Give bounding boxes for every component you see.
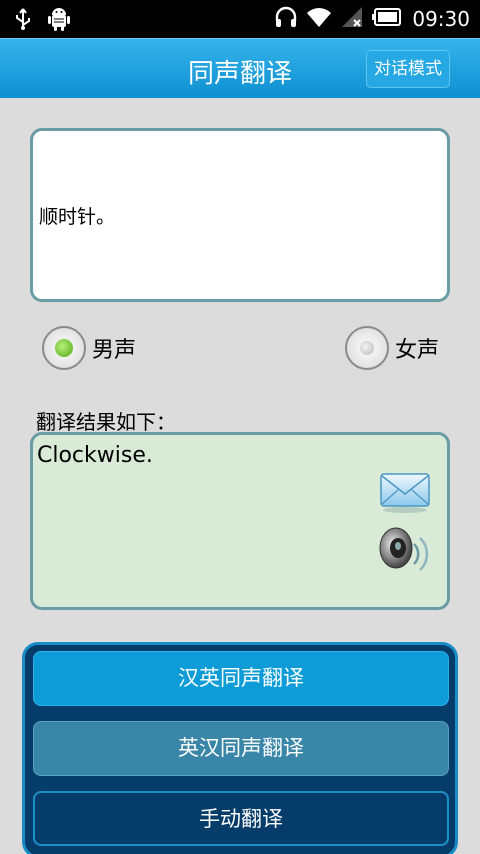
female-voice-radio[interactable]: 女声 bbox=[345, 326, 439, 370]
usb-icon bbox=[14, 8, 32, 34]
status-bar: 09:30 bbox=[0, 0, 480, 38]
source-text: 顺时针。 bbox=[39, 205, 116, 228]
male-voice-label: 男声 bbox=[92, 338, 137, 363]
female-voice-label: 女声 bbox=[395, 338, 440, 363]
clock: 09:30 bbox=[412, 7, 470, 31]
english-chinese-translate-button[interactable]: 英汉同声翻译 bbox=[33, 721, 449, 776]
result-text: Clockwise. bbox=[37, 443, 153, 468]
headphones-icon bbox=[274, 5, 298, 33]
radio-dot-icon bbox=[360, 341, 374, 355]
source-text-input[interactable]: 顺时针。 bbox=[30, 128, 450, 302]
radio-circle-unselected[interactable] bbox=[345, 326, 389, 370]
dialog-mode-button[interactable]: 对话模式 bbox=[366, 50, 450, 88]
mode-panel: 汉英同声翻译 英汉同声翻译 手动翻译 bbox=[22, 642, 458, 854]
signal-icon bbox=[340, 6, 364, 32]
radio-dot-icon bbox=[55, 339, 73, 357]
speaker-icon[interactable] bbox=[376, 526, 432, 584]
chinese-english-translate-button[interactable]: 汉英同声翻译 bbox=[33, 651, 449, 706]
male-voice-radio[interactable]: 男声 bbox=[42, 326, 136, 370]
mail-icon[interactable] bbox=[378, 470, 432, 518]
wifi-icon bbox=[306, 6, 332, 32]
result-label: 翻译结果如下： bbox=[36, 410, 176, 434]
manual-translate-button[interactable]: 手动翻译 bbox=[33, 791, 449, 846]
title-bar: 同声翻译 对话模式 bbox=[0, 38, 480, 98]
android-debug-icon bbox=[48, 7, 70, 35]
radio-circle-selected[interactable] bbox=[42, 326, 86, 370]
battery-icon bbox=[372, 8, 402, 30]
